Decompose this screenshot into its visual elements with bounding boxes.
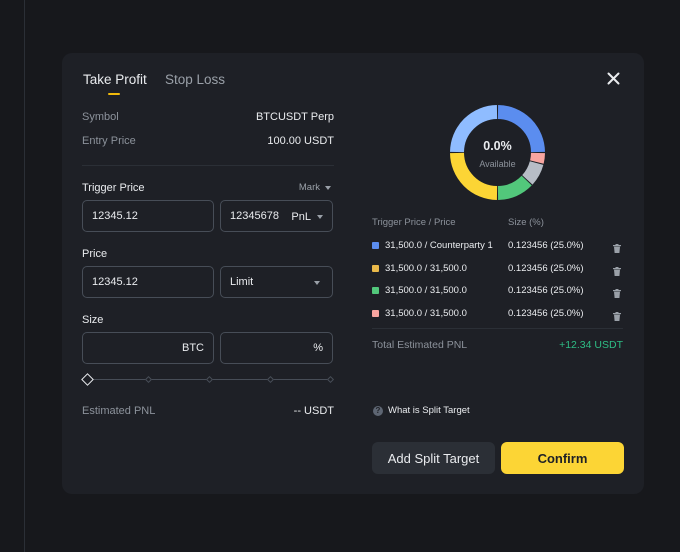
pnl-unit-label: PnL: [291, 211, 311, 223]
symbol-value: BTCUSDT Perp: [255, 111, 334, 123]
series-color-swatch: [372, 264, 379, 272]
trash-icon[interactable]: [613, 263, 621, 281]
size-percent-input[interactable]: %: [220, 332, 333, 364]
symbol-label: Symbol: [82, 111, 119, 123]
col-size-header: Size (%): [508, 217, 544, 228]
split-target-help-link[interactable]: ? What is Split Target: [373, 405, 470, 416]
available-caption: Available: [479, 159, 516, 169]
split-target-row: 31,500.0 / 31,500.0 0.123456 (25.0%): [372, 307, 624, 321]
help-icon: ?: [373, 405, 383, 416]
trash-icon[interactable]: [613, 240, 621, 258]
row-price: 31,500.0 / Counterparty 1: [385, 240, 493, 251]
trigger-pnl-input[interactable]: 12345678 PnL: [220, 200, 333, 232]
trigger-pnl-value: 12345678: [230, 210, 279, 222]
price-value: 12345.12: [92, 276, 138, 288]
table-divider: [372, 328, 623, 329]
size-btc-input[interactable]: BTC: [82, 332, 214, 364]
size-btc-unit: BTC: [182, 342, 204, 354]
tp-sl-modal: Take Profit Stop Loss Symbol BTCUSDT Per…: [62, 53, 644, 494]
size-slider[interactable]: [81, 373, 335, 387]
series-color-swatch: [372, 309, 379, 317]
size-percent-unit: %: [313, 342, 323, 354]
slider-node-75[interactable]: [266, 375, 275, 384]
series-color-swatch: [372, 287, 379, 294]
row-size: 0.123456 (25.0%): [508, 240, 584, 251]
total-pnl-value: +12.34 USDT: [559, 339, 623, 351]
slider-node-100[interactable]: [326, 375, 335, 384]
active-tab-indicator: [108, 93, 120, 95]
row-size: 0.123456 (25.0%): [508, 262, 584, 274]
row-price: 31,500.0 / 31,500.0: [385, 285, 467, 296]
slider-node-50[interactable]: [205, 375, 214, 384]
entry-price-value: 100.00 USDT: [267, 135, 334, 147]
slider-handle[interactable]: [81, 373, 94, 386]
mark-label: Mark: [298, 182, 320, 193]
donut-segment: [497, 175, 532, 200]
row-price: 31,500.0 / 31,500.0: [385, 307, 467, 319]
trash-icon[interactable]: [613, 285, 621, 303]
col-trigger-price-header: Trigger Price / Price: [372, 217, 456, 228]
pnl-unit-selector[interactable]: PnL: [291, 211, 323, 223]
help-label: What is Split Target: [388, 405, 470, 416]
row-size: 0.123456 (25.0%): [508, 307, 584, 319]
chevron-down-icon: [314, 281, 320, 285]
total-pnl-label: Total Estimated PNL: [372, 339, 468, 351]
split-target-row: 31,500.0 / Counterparty 1 0.123456 (25.0%…: [372, 239, 624, 253]
trash-icon[interactable]: [613, 308, 621, 326]
trigger-price-label: Trigger Price: [82, 182, 145, 194]
chevron-down-icon: [325, 185, 331, 190]
tab-take-profit[interactable]: Take Profit: [83, 72, 147, 87]
tab-stop-loss[interactable]: Stop Loss: [165, 72, 225, 87]
order-type-select[interactable]: Limit: [220, 266, 333, 298]
close-icon[interactable]: [607, 69, 620, 89]
split-target-row: 31,500.0 / 31,500.0 0.123456 (25.0%): [372, 284, 624, 298]
row-price: 31,500.0 / 31,500.0: [385, 262, 467, 274]
price-input[interactable]: 12345.12: [82, 266, 214, 298]
split-target-row: 31,500.0 / 31,500.0 0.123456 (25.0%): [372, 262, 624, 276]
order-type-value: Limit: [230, 276, 254, 288]
entry-price-label: Entry Price: [82, 135, 136, 147]
chevron-down-icon: [317, 215, 323, 219]
available-percent: 0.0%: [483, 139, 512, 153]
sidebar-divider: [24, 0, 25, 552]
estimated-pnl-label: Estimated PNL: [82, 405, 156, 417]
series-color-swatch: [372, 242, 379, 249]
allocation-donut-chart: 0.0% Available: [448, 103, 547, 202]
price-label: Price: [82, 248, 108, 260]
confirm-button[interactable]: Confirm: [501, 442, 624, 474]
size-label: Size: [82, 314, 104, 326]
estimated-pnl-value: -- USDT: [293, 405, 334, 417]
slider-node-25[interactable]: [144, 375, 153, 384]
add-split-target-button[interactable]: Add Split Target: [372, 442, 495, 474]
info-divider: [82, 165, 334, 166]
trigger-price-input[interactable]: 12345.12: [82, 200, 214, 232]
row-size: 0.123456 (25.0%): [508, 285, 584, 296]
mark-selector[interactable]: Mark: [299, 182, 331, 193]
trigger-price-value: 12345.12: [92, 210, 138, 222]
